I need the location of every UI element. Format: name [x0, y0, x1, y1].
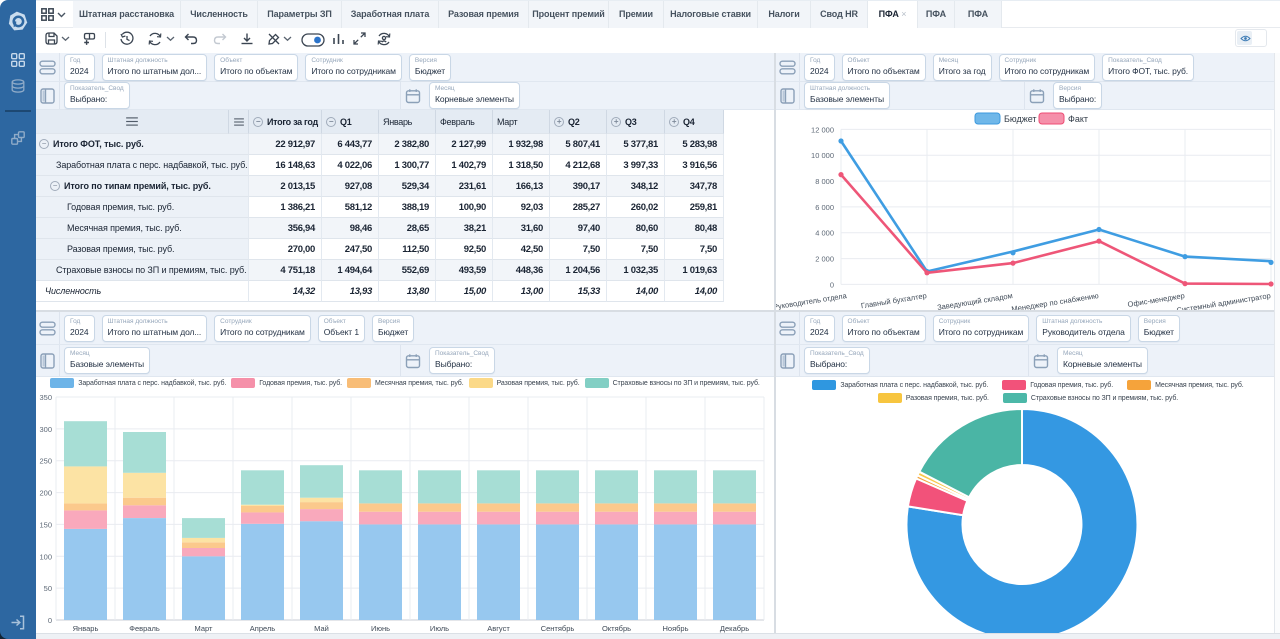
svg-text:Декабрь: Декабрь — [720, 624, 749, 633]
svg-text:10 000: 10 000 — [811, 151, 834, 160]
svg-text:Бюджет: Бюджет — [1004, 114, 1037, 124]
svg-text:Январь: Январь — [73, 624, 99, 633]
svg-text:Системный администратор: Системный администратор — [1176, 291, 1271, 310]
svg-text:Октябрь: Октябрь — [602, 624, 631, 633]
svg-text:100: 100 — [39, 552, 52, 561]
svg-text:Главный бухгалтер: Главный бухгалтер — [860, 291, 927, 310]
svg-text:Май: Май — [314, 624, 329, 633]
svg-text:12 000: 12 000 — [811, 125, 834, 134]
svg-text:50: 50 — [44, 584, 52, 593]
svg-text:8 000: 8 000 — [815, 177, 834, 186]
svg-text:Март: Март — [195, 624, 214, 633]
svg-text:Июнь: Июнь — [371, 624, 390, 633]
svg-text:2 000: 2 000 — [815, 255, 834, 264]
svg-text:350: 350 — [39, 393, 52, 402]
svg-text:Менеджер по снабжению: Менеджер по снабжению — [1011, 291, 1100, 310]
svg-text:Апрель: Апрель — [250, 624, 276, 633]
svg-text:0: 0 — [48, 616, 52, 625]
svg-text:Февраль: Февраль — [129, 624, 160, 633]
svg-text:Август: Август — [487, 624, 510, 633]
svg-text:300: 300 — [39, 425, 52, 434]
svg-text:150: 150 — [39, 520, 52, 529]
svg-text:Факт: Факт — [1068, 114, 1088, 124]
svg-text:200: 200 — [39, 489, 52, 498]
svg-text:Заведующий складом: Заведующий складом — [936, 291, 1013, 310]
svg-text:Июль: Июль — [430, 624, 449, 633]
svg-text:4 000: 4 000 — [815, 229, 834, 238]
svg-text:Ноябрь: Ноябрь — [662, 624, 688, 633]
svg-text:6 000: 6 000 — [815, 203, 834, 212]
svg-text:0: 0 — [830, 280, 834, 289]
svg-text:Сентябрь: Сентябрь — [541, 624, 575, 633]
svg-text:250: 250 — [39, 457, 52, 466]
svg-text:Руководитель отдела: Руководитель отдела — [776, 291, 848, 310]
